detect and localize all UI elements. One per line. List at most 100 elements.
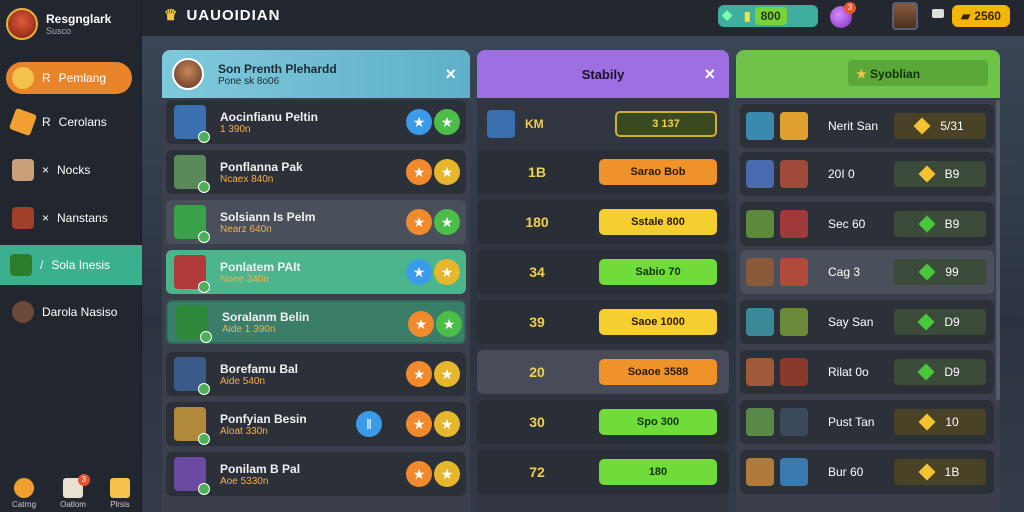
stat-row-header: KM 3 137 xyxy=(477,102,729,146)
flame-icon xyxy=(8,107,38,137)
sidebar-item-pemlang[interactable]: R Pemlang xyxy=(6,62,132,94)
star-icon[interactable]: ★ xyxy=(434,259,460,285)
star-icon[interactable]: ★ xyxy=(434,461,460,487)
list-item[interactable]: Ponflanna Pak Ncaex 840n ★ ★ xyxy=(166,150,466,194)
rank-row[interactable]: Say San D9 xyxy=(740,300,994,344)
close-icon[interactable]: × xyxy=(704,64,715,85)
info-icon[interactable]: ‖ xyxy=(356,411,382,437)
notification-badge: 3 xyxy=(77,474,90,486)
stat-number: 39 xyxy=(529,314,545,330)
star-icon[interactable]: ★ xyxy=(406,361,432,387)
panel-title-text: Syoblian xyxy=(870,67,921,81)
nav-plrsis[interactable]: Plrsis xyxy=(109,478,130,509)
crown-icon: ♛ xyxy=(164,7,179,24)
scrollbar[interactable] xyxy=(996,100,1000,400)
rank-row[interactable]: Pust Tan 10 xyxy=(740,400,994,444)
star-icon[interactable]: ★ xyxy=(434,109,460,135)
avatar xyxy=(746,408,774,436)
rank-row[interactable]: Nerit San 5/31 xyxy=(740,104,994,148)
stat-number: 34 xyxy=(529,264,545,280)
rank-row[interactable]: Sec 60 B9 xyxy=(740,202,994,246)
gem-icon xyxy=(918,263,936,281)
stat-button[interactable]: Spo 300 xyxy=(599,409,717,435)
avatar xyxy=(174,357,210,395)
nav-oatlom[interactable]: 3 Oatlom xyxy=(60,474,90,509)
avatar xyxy=(174,105,210,143)
character-icon xyxy=(12,207,34,229)
list-item[interactable]: Ponlatem PAIt Noee 340n ★ ★ xyxy=(166,250,466,294)
avatar[interactable] xyxy=(6,8,38,40)
sidebar-item-label: Nocks xyxy=(57,163,91,177)
avatar xyxy=(780,358,808,386)
panel-subtitle: Pone sk 8o06 xyxy=(218,75,280,87)
rank-value: D9 xyxy=(894,309,986,335)
sidebar-item-nanstans[interactable]: × Nanstans xyxy=(6,202,142,234)
panel-header: ★ Syoblian xyxy=(736,50,1000,98)
stat-number: 180 xyxy=(525,214,549,230)
top-value-button[interactable]: 3 137 xyxy=(615,111,717,137)
avatar xyxy=(176,305,212,343)
star-icon: ★ xyxy=(855,67,867,81)
rank-name: Pust Tan xyxy=(828,415,875,429)
list-item[interactable]: Solsiann Is Pelm Nearz 640n ★ ★ xyxy=(166,200,466,244)
stat-button[interactable]: Sstale 800 xyxy=(599,209,717,235)
camera-icon[interactable] xyxy=(932,9,944,18)
star-icon[interactable]: ★ xyxy=(434,209,460,235)
stat-button[interactable]: Soaoe 3588 xyxy=(599,359,717,385)
panel-title: Son Prenth Plehardd xyxy=(218,61,337,76)
list-item[interactable]: Aocinfianu Peltin 1 390n ★ ★ xyxy=(166,100,466,144)
stat-button[interactable]: Sarao Bob xyxy=(599,159,717,185)
star-icon[interactable]: ★ xyxy=(406,209,432,235)
potion-icon[interactable]: 3 xyxy=(830,2,856,28)
rank-row[interactable]: Cag 3 99 xyxy=(740,250,994,294)
avatar[interactable] xyxy=(892,2,918,30)
star-icon[interactable]: ★ xyxy=(434,411,460,437)
list-item[interactable]: Borefamu Bal Aide 540n ★ ★ xyxy=(166,352,466,396)
gold-counter[interactable]: ▰ 2560 xyxy=(952,5,1010,27)
sidebar-item-nocks[interactable]: × Nocks xyxy=(6,154,142,186)
list-item[interactable]: Ponilam B Pal Aoe 5330n ★ ★ xyxy=(166,452,466,496)
star-icon[interactable]: ★ xyxy=(406,109,432,135)
rank-row[interactable]: Rilat 0o D9 xyxy=(740,350,994,394)
avatar xyxy=(174,457,210,495)
star-icon[interactable]: ★ xyxy=(408,311,434,337)
avatar xyxy=(746,210,774,238)
gem-value: 800 xyxy=(754,7,787,25)
sidebar-item-sola-inesis[interactable]: / Sola Inesis xyxy=(0,245,142,285)
profile[interactable]: Resgnglark Susco xyxy=(6,6,111,42)
list-item[interactable]: Ponfyian Besin Aloat 330n ‖ ★ ★ xyxy=(166,402,466,446)
star-icon[interactable]: ★ xyxy=(434,159,460,185)
star-icon[interactable]: ★ xyxy=(434,361,460,387)
stat-button[interactable]: Saoe 1000 xyxy=(599,309,717,335)
avatar xyxy=(780,258,808,286)
star-icon[interactable]: ★ xyxy=(406,259,432,285)
gem-counter[interactable]: ◆ ▮ 800 xyxy=(718,5,818,27)
nav-label: Oatlom xyxy=(60,500,86,509)
stat-label: KM xyxy=(525,117,544,131)
item-name: Ponlatem PAIt xyxy=(220,259,301,274)
sidebar-item-cerolans[interactable]: R Cerolans xyxy=(6,106,142,138)
close-icon[interactable]: × xyxy=(445,64,456,85)
avatar xyxy=(746,308,774,336)
rank-value: D9 xyxy=(894,359,986,385)
avatar xyxy=(780,308,808,336)
sidebar-item-prefix: R xyxy=(42,115,51,129)
page-title-text: UAUOIDIAN xyxy=(186,6,281,24)
item-sub: 1 390n xyxy=(220,123,251,135)
stat-number: 72 xyxy=(529,464,545,480)
star-icon[interactable]: ★ xyxy=(436,311,462,337)
list-item[interactable]: Soralanm Belin Aide 1 390n ★ ★ xyxy=(166,300,466,344)
rank-name: 20I 0 xyxy=(828,167,855,181)
star-icon[interactable]: ★ xyxy=(406,411,432,437)
sidebar-item-darola[interactable]: Darola Nasiso xyxy=(6,296,142,328)
nav-catrng[interactable]: Catrng xyxy=(12,478,36,509)
stat-row: 34 Sabio 70 xyxy=(477,250,729,294)
star-icon[interactable]: ★ xyxy=(406,159,432,185)
stat-button[interactable]: Sabio 70 xyxy=(599,259,717,285)
rank-row[interactable]: Bur 60 1B xyxy=(740,450,994,494)
gem-icon xyxy=(917,313,935,331)
star-icon[interactable]: ★ xyxy=(406,461,432,487)
stat-button[interactable]: 180 xyxy=(599,459,717,485)
profile-name: Resgnglark xyxy=(46,12,112,26)
rank-row[interactable]: 20I 0 B9 xyxy=(740,152,994,196)
